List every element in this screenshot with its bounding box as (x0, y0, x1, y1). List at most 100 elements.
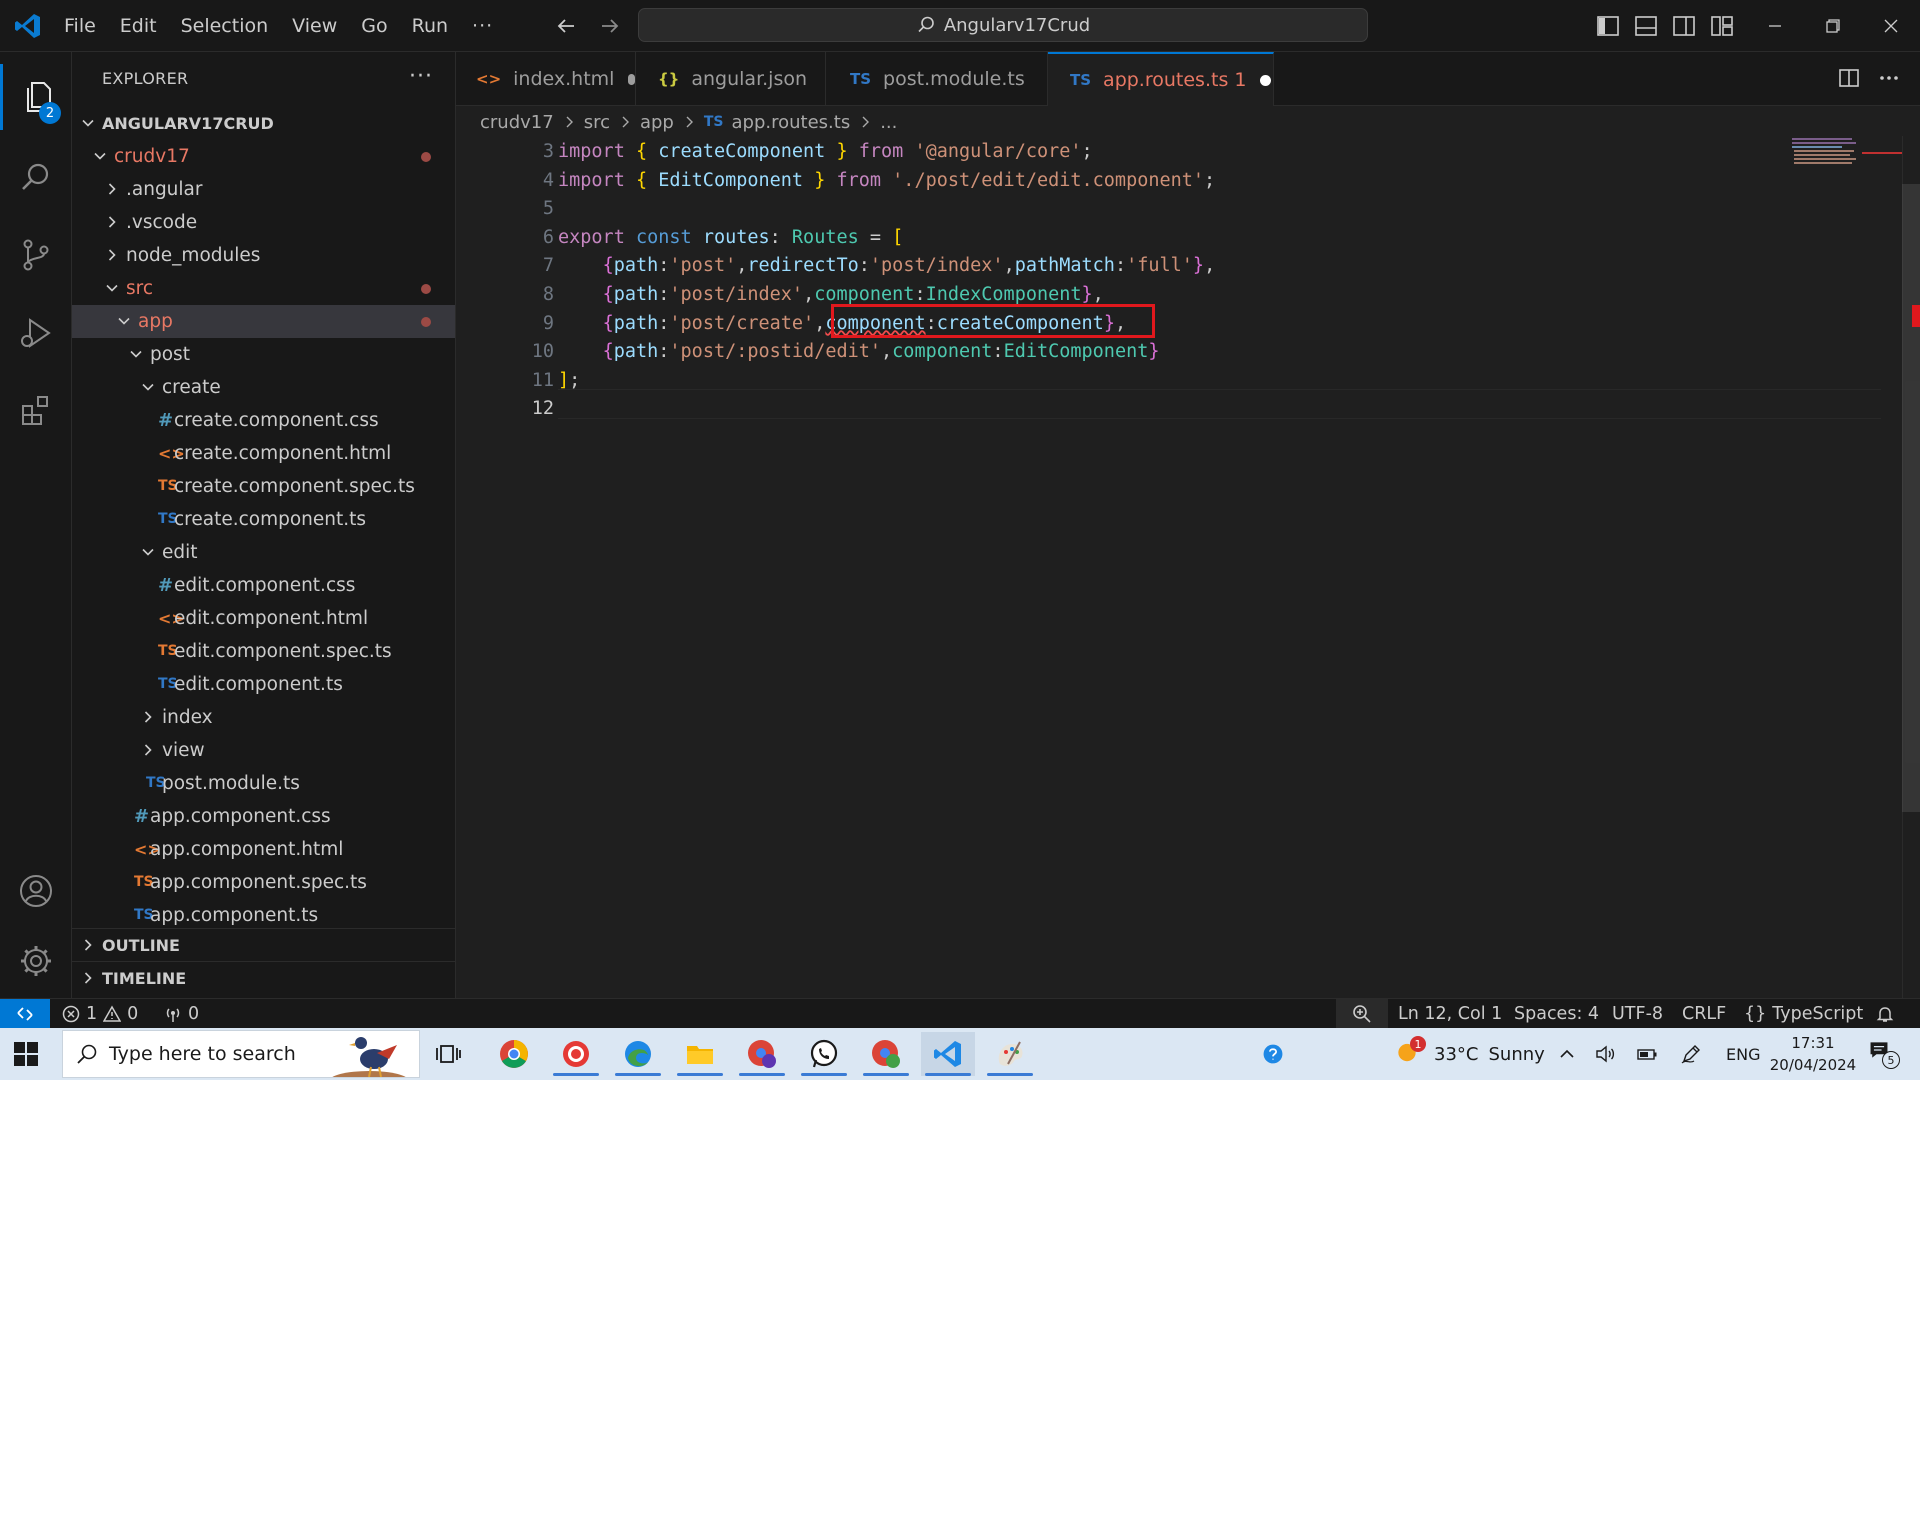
taskbar-chrome[interactable] (487, 1032, 541, 1076)
activity-extensions[interactable] (0, 378, 72, 444)
clock[interactable]: 17:31 20/04/2024 (1770, 1028, 1856, 1080)
tree-item[interactable]: .vscode (72, 206, 455, 239)
tree-item[interactable]: node_modules (72, 239, 455, 272)
close-button[interactable] (1862, 0, 1920, 52)
unsaved-dot-icon[interactable] (1260, 74, 1272, 86)
menu-edit[interactable]: Edit (108, 0, 169, 52)
tree-root[interactable]: ANGULARV17CRUD (72, 107, 455, 140)
tree-item[interactable]: <> create.component.html (72, 437, 455, 470)
show-hidden-icons[interactable] (1556, 1028, 1578, 1080)
line-ending[interactable]: CRLF (1682, 999, 1726, 1029)
explorer-more-icon[interactable]: ··· (409, 64, 433, 89)
code-line[interactable]: {path:'post',redirectTo:'post/index',pat… (558, 252, 1216, 280)
tree-item[interactable]: view (72, 734, 455, 767)
timeline-section[interactable]: TIMELINE (72, 961, 455, 994)
back-arrow-icon[interactable] (554, 14, 578, 38)
taskbar-file-explorer[interactable] (673, 1032, 727, 1076)
taskbar-task-view[interactable] (422, 1032, 476, 1076)
command-center[interactable]: Angularv17Crud (638, 8, 1368, 42)
tree-item[interactable]: .angular (72, 173, 455, 206)
tree-item[interactable]: # create.component.css (72, 404, 455, 437)
input-language[interactable]: ENG (1726, 1028, 1760, 1080)
tree-item[interactable]: TS post.module.ts (72, 767, 455, 800)
toggle-panel-icon[interactable] (1634, 14, 1658, 38)
activity-source-control[interactable] (0, 222, 72, 288)
breadcrumb-app[interactable]: app (640, 112, 674, 133)
customize-layout-icon[interactable] (1710, 14, 1734, 38)
indentation[interactable]: Spaces: 4 (1514, 999, 1599, 1029)
code-editor[interactable]: 3 4 5 6 7 8 9 10 11 12 import { createComponent }… (456, 136, 1920, 998)
tab-post-module-ts[interactable]: TS post.module.ts (826, 52, 1048, 106)
notification-center[interactable]: 5 (1868, 1028, 1900, 1080)
zoom-indicator[interactable] (1336, 999, 1388, 1029)
code-line[interactable]: {path:'post/:postid/edit',component:Edit… (558, 338, 1160, 366)
taskbar-edge[interactable] (611, 1032, 665, 1076)
menu-file[interactable]: File (52, 0, 108, 52)
code-line[interactable]: import { EditComponent } from './post/ed… (558, 167, 1215, 195)
minimap[interactable] (1792, 136, 1902, 998)
ports-indicator[interactable]: 0 (164, 999, 199, 1029)
restore-button[interactable] (1804, 0, 1862, 52)
tree-item[interactable]: post (72, 338, 455, 371)
tree-item[interactable]: TS create.component.spec.ts (72, 470, 455, 503)
activity-run-debug[interactable] (0, 300, 72, 366)
toggle-primary-sidebar-icon[interactable] (1596, 14, 1620, 38)
tree-item[interactable]: <> app.component.html (72, 833, 455, 866)
activity-explorer[interactable]: 2 (0, 64, 72, 130)
code-line[interactable]: ]; (558, 367, 580, 395)
menu-more-icon[interactable]: ··· (460, 15, 505, 37)
battery-tray[interactable] (1636, 1028, 1658, 1080)
tree-item[interactable]: TS edit.component.spec.ts (72, 635, 455, 668)
menu-view[interactable]: View (280, 0, 349, 52)
menu-run[interactable]: Run (400, 0, 460, 52)
tree-item[interactable]: create (72, 371, 455, 404)
menu-selection[interactable]: Selection (169, 0, 281, 52)
tree-item[interactable]: # app.component.css (72, 800, 455, 833)
activity-accounts[interactable] (0, 858, 72, 924)
breadcrumb-crudv17[interactable]: crudv17 (480, 112, 554, 133)
unsaved-dot-icon[interactable] (628, 73, 635, 85)
taskbar-whatsapp[interactable] (797, 1032, 851, 1076)
breadcrumb-src[interactable]: src (584, 112, 610, 133)
notifications-bell[interactable] (1876, 999, 1894, 1029)
outline-section[interactable]: OUTLINE (72, 928, 455, 961)
taskbar-vscode[interactable] (921, 1032, 975, 1076)
help-tray-item[interactable] (1262, 1028, 1284, 1080)
cursor-position[interactable]: Ln 12, Col 1 (1398, 999, 1502, 1029)
tree-item[interactable]: <> edit.component.html (72, 602, 455, 635)
breadcrumb-file[interactable]: app.routes.ts (732, 112, 851, 133)
minimize-button[interactable] (1746, 0, 1804, 52)
tree-item[interactable]: src (72, 272, 455, 305)
toggle-secondary-sidebar-icon[interactable] (1672, 14, 1696, 38)
tree-item[interactable]: app (72, 305, 455, 338)
split-editor-icon[interactable] (1838, 67, 1860, 89)
vscode-logo-icon[interactable] (14, 12, 42, 40)
code-line[interactable]: export const routes: Routes = [ (558, 224, 903, 252)
taskbar-chrome-profile-h[interactable] (859, 1032, 913, 1076)
taskbar-app-red[interactable] (549, 1032, 603, 1076)
scrollbar-thumb[interactable] (1902, 184, 1920, 812)
tab-app-routes-ts[interactable]: TS app.routes.ts 1 (1048, 52, 1274, 106)
tab-angular-json[interactable]: {} angular.json (636, 52, 826, 106)
code-line[interactable]: import { createComponent } from '@angula… (558, 138, 1093, 166)
volume-tray[interactable] (1594, 1028, 1616, 1080)
activity-manage[interactable] (0, 928, 72, 994)
taskbar-search[interactable]: Type here to search (62, 1030, 420, 1078)
tree-item[interactable]: TS edit.component.ts (72, 668, 455, 701)
menu-go[interactable]: Go (349, 0, 399, 52)
remote-indicator[interactable] (0, 999, 50, 1029)
encoding[interactable]: UTF-8 (1612, 999, 1663, 1029)
tree-item[interactable]: index (72, 701, 455, 734)
tree-item[interactable]: # edit.component.css (72, 569, 455, 602)
tree-item[interactable]: TS create.component.ts (72, 503, 455, 536)
pen-tray[interactable] (1680, 1028, 1702, 1080)
activity-search[interactable] (0, 144, 72, 210)
breadcrumb-symbols[interactable]: ... (880, 112, 897, 133)
language-mode[interactable]: {} TypeScript (1744, 999, 1863, 1029)
more-actions-icon[interactable] (1878, 67, 1900, 89)
tree-item[interactable]: TS app.component.spec.ts (72, 866, 455, 899)
tree-item[interactable]: edit (72, 536, 455, 569)
taskbar-paint[interactable] (983, 1032, 1037, 1076)
forward-arrow-icon[interactable] (598, 14, 622, 38)
windows-start-icon[interactable] (12, 1040, 40, 1068)
